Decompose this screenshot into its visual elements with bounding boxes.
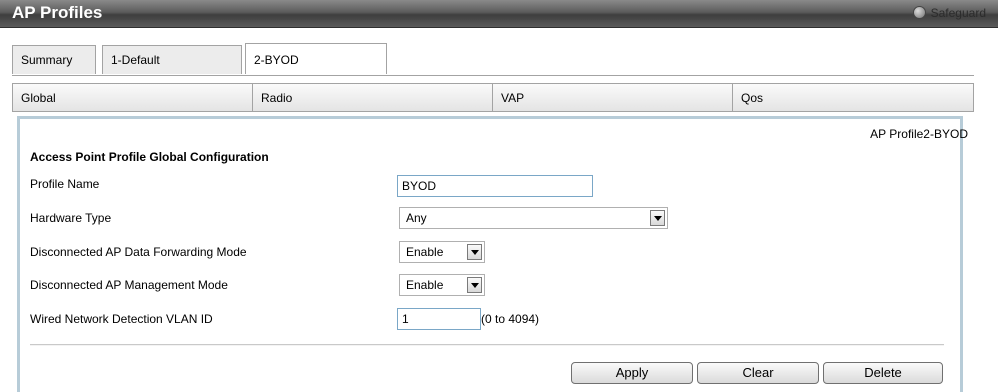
tab-summary-label: Summary [21, 53, 73, 67]
tab-global[interactable]: Global [12, 83, 254, 112]
profile-name-input[interactable] [397, 175, 593, 197]
tab-global-label: Global [21, 91, 56, 105]
management-mode-value: Enable [406, 278, 444, 292]
tab-qos[interactable]: Qos [732, 83, 974, 112]
safeguard-indicator[interactable]: Safeguard [912, 6, 986, 20]
chevron-down-icon [467, 277, 482, 293]
data-forwarding-mode-label: Disconnected AP Data Forwarding Mode [30, 245, 247, 259]
apply-button[interactable]: Apply [571, 362, 693, 384]
vlan-id-label: Wired Network Detection VLAN ID [30, 312, 213, 326]
chevron-down-icon [650, 210, 665, 226]
vlan-id-range-hint: (0 to 4094) [481, 312, 540, 326]
management-mode-label: Disconnected AP Management Mode [30, 278, 228, 292]
tab-summary[interactable]: Summary [12, 45, 96, 74]
title-bar: AP Profiles Safeguard [0, 0, 998, 28]
profile-tabs-divider [12, 75, 974, 76]
section-tabs: Global Radio VAP Qos [12, 83, 974, 112]
tab-radio-label: Radio [261, 91, 293, 105]
tab-1-default-label: 1-Default [111, 53, 160, 67]
clear-button[interactable]: Clear [697, 362, 819, 384]
page-title: AP Profiles [12, 3, 103, 22]
data-forwarding-mode-select[interactable]: Enable [399, 241, 485, 263]
section-heading: Access Point Profile Global Configuratio… [30, 150, 269, 164]
profile-label: AP Profile2-BYOD [870, 127, 968, 141]
tab-1-default[interactable]: 1-Default [102, 45, 242, 74]
tab-vap[interactable]: VAP [492, 83, 734, 112]
tab-qos-label: Qos [741, 91, 764, 105]
tab-2-byod[interactable]: 2-BYOD [245, 43, 387, 74]
tab-2-byod-label: 2-BYOD [254, 53, 299, 67]
hardware-type-value: Any [406, 211, 427, 225]
tab-vap-label: VAP [501, 91, 525, 105]
profile-name-label: Profile Name [30, 177, 100, 191]
hardware-type-select[interactable]: Any [399, 207, 668, 229]
chevron-down-icon [467, 244, 482, 260]
data-forwarding-mode-value: Enable [406, 245, 444, 259]
safeguard-status-icon [912, 6, 926, 19]
hardware-type-label: Hardware Type [30, 211, 112, 225]
tab-radio[interactable]: Radio [252, 83, 494, 112]
management-mode-select[interactable]: Enable [399, 274, 485, 296]
safeguard-label: Safeguard [930, 6, 986, 20]
vlan-id-input[interactable] [397, 308, 481, 330]
delete-button[interactable]: Delete [823, 362, 943, 384]
form-divider [30, 344, 944, 346]
